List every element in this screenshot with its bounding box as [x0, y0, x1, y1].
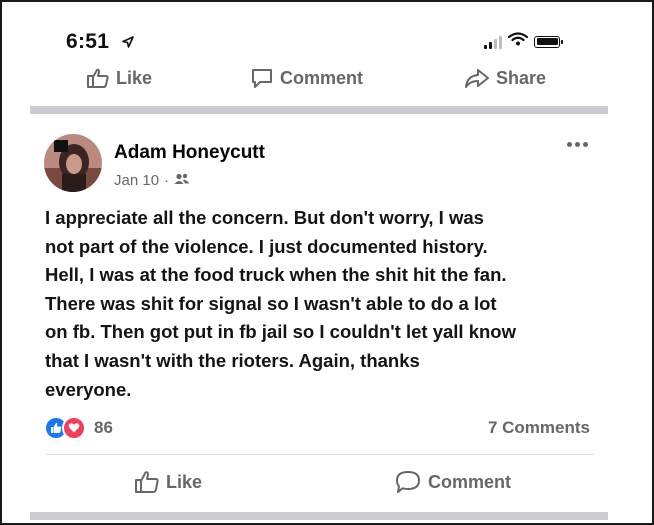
author-name[interactable]: Adam Honeycutt — [114, 142, 265, 164]
comment-button[interactable]: Comment — [394, 469, 511, 495]
meta-separator: · — [164, 172, 170, 189]
status-icons — [484, 32, 563, 51]
feed-divider — [30, 512, 608, 520]
screenshot-frame: 6:51 Like Comment Share Adam Honeycutt J… — [0, 0, 654, 525]
more-options-icon[interactable] — [567, 142, 588, 147]
love-reaction-icon — [62, 416, 86, 440]
thumbs-up-icon — [134, 470, 160, 494]
share-arrow-icon — [464, 68, 490, 88]
share-label: Share — [496, 67, 547, 88]
post-date[interactable]: Jan 10 — [114, 172, 159, 189]
thumbs-up-icon — [86, 68, 110, 88]
cell-signal-icon — [484, 35, 502, 49]
avatar[interactable] — [44, 134, 102, 192]
status-bar: 6:51 — [2, 2, 652, 56]
previous-post-action-bar: Like Comment Share — [2, 60, 652, 96]
post-meta: Jan 10 · — [114, 172, 190, 189]
reactions-summary[interactable]: 86 — [44, 416, 113, 440]
comments-count-link[interactable]: 7 Comments — [488, 418, 590, 438]
location-arrow-icon — [122, 35, 134, 53]
wifi-icon — [507, 32, 529, 51]
share-button[interactable]: Share — [464, 68, 546, 89]
like-label: Like — [116, 67, 153, 88]
comment-bubble-icon — [250, 67, 274, 89]
comment-label: Comment — [280, 67, 364, 88]
feed-divider — [30, 106, 608, 114]
reaction-count: 86 — [94, 418, 113, 437]
like-button[interactable]: Like — [86, 68, 152, 89]
like-label: Like — [166, 471, 203, 492]
like-button[interactable]: Like — [134, 470, 202, 494]
status-time: 6:51 — [66, 30, 110, 53]
comment-label: Comment — [428, 471, 512, 492]
post-text: I appreciate all the concern. But don't … — [45, 207, 516, 400]
actions-separator — [46, 454, 594, 455]
comment-bubble-icon — [394, 469, 422, 495]
friends-icon — [174, 172, 190, 189]
comment-button[interactable]: Comment — [250, 67, 363, 89]
post-action-bar: Like Comment — [2, 464, 652, 500]
battery-icon — [534, 35, 563, 48]
